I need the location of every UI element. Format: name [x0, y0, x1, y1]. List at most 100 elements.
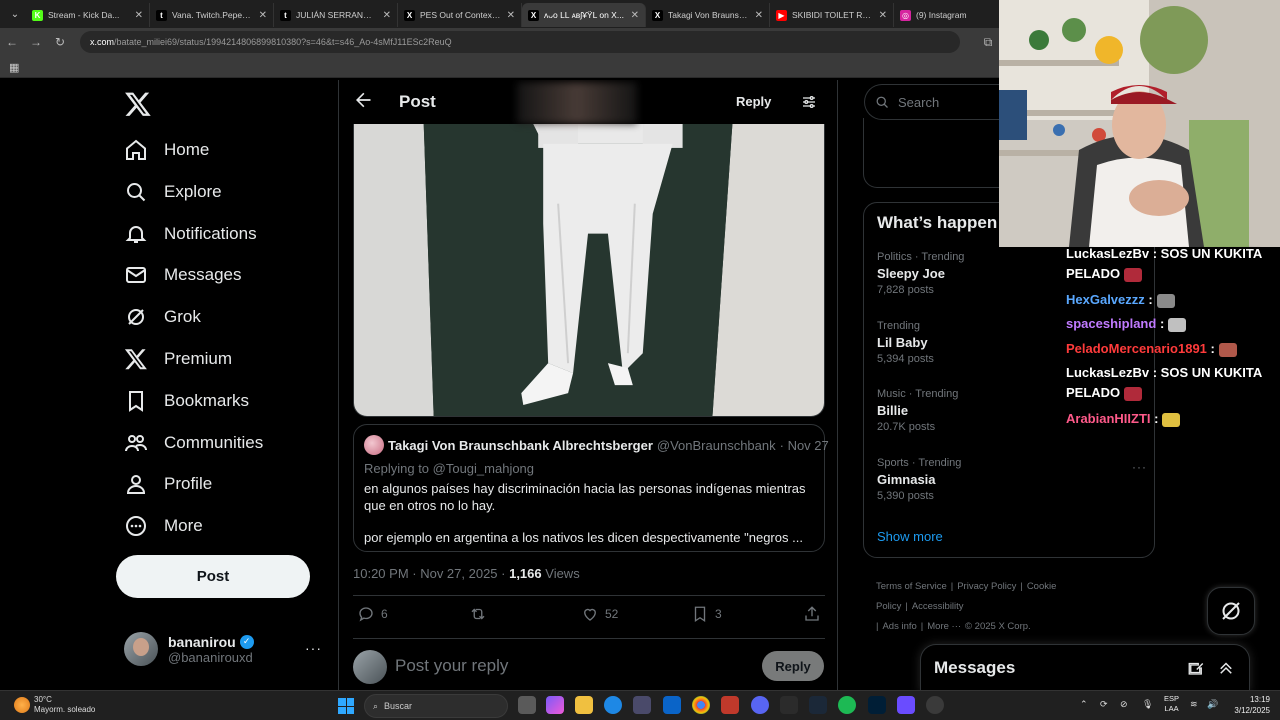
post-button[interactable]: Post [116, 555, 310, 598]
tab-title: PES Out of Context o... [420, 10, 502, 20]
chat-emote-icon [1218, 342, 1237, 357]
wifi-icon[interactable]: ≋ [1190, 699, 1198, 710]
app-icon[interactable] [721, 696, 739, 714]
clock[interactable]: 13:19 3/12/2025 [1222, 694, 1270, 716]
grok-button[interactable] [1207, 587, 1255, 635]
account-more-icon[interactable]: ··· [305, 640, 322, 656]
mic-icon[interactable]: 🎙 [1142, 699, 1153, 710]
photoshop-icon[interactable] [868, 696, 886, 714]
task-view-icon[interactable] [518, 696, 536, 714]
share-action[interactable] [803, 605, 821, 623]
search-input[interactable]: Search [864, 84, 1004, 120]
edge-icon[interactable] [604, 696, 622, 714]
sidebar-item-messages[interactable]: Messages [124, 257, 241, 293]
trend-item[interactable]: Music · Trending Billie 20.7K posts [877, 388, 958, 433]
chat-username: ArabianHIIZTI [1066, 411, 1151, 426]
adjust-icon[interactable] [801, 94, 817, 110]
trend-category: Politics · Trending [877, 251, 965, 263]
sidebar-item-grok[interactable]: Grok [124, 299, 201, 335]
tray-icon[interactable]: ⟳ [1100, 699, 1108, 710]
reply-button[interactable]: Reply [762, 651, 824, 681]
tray-icon[interactable]: ⊘ [1120, 699, 1128, 710]
close-tab-icon[interactable]: ✕ [259, 10, 267, 21]
trend-item[interactable]: Trending Lil Baby 5,394 posts [877, 320, 934, 365]
footer-link[interactable]: © 2025 X Corp. [965, 621, 1031, 632]
close-tab-icon[interactable]: ✕ [631, 10, 639, 21]
browser-tab[interactable]: ▶ SKIBIDI TOILET REMI... ✕ [770, 3, 894, 27]
apps-grid-icon[interactable]: ▦ [9, 61, 19, 74]
quoted-post[interactable]: Takagi Von Braunschbank Albrechtsberger … [353, 424, 829, 552]
premium-box [863, 118, 1003, 188]
browser-tab[interactable]: X Takagi Von Braunsche... ✕ [646, 3, 770, 27]
store-icon[interactable] [633, 696, 651, 714]
show-more-link[interactable]: Show more [877, 529, 943, 544]
tab-search-button[interactable]: ⌄ [4, 3, 26, 25]
discord-icon[interactable] [751, 696, 769, 714]
sidebar-item-home[interactable]: Home [124, 132, 209, 168]
mail-icon [126, 267, 146, 283]
weather-widget[interactable]: 30°C Mayorm. soleado [14, 695, 95, 715]
translate-icon[interactable]: ⧉ [976, 35, 1000, 50]
trend-name: Gimnasia [877, 472, 936, 487]
account-switcher[interactable]: bananirou ✓ @bananirouxd [124, 632, 254, 666]
volume-icon[interactable]: 🔊 [1207, 699, 1218, 710]
back-arrow-icon[interactable]: ← [0, 35, 24, 49]
close-tab-icon[interactable]: ✕ [879, 10, 887, 21]
url-field[interactable]: x.com/batate_miliei69/status/19942148068… [80, 31, 960, 53]
browser-tab[interactable]: Xᴧᴗᴏ LL ᴀʙʃ¥ΫL on X... ✕ [522, 3, 646, 27]
bookmark-action[interactable]: 3 [691, 605, 722, 623]
sidebar-item-notifications[interactable]: Notifications [124, 216, 257, 252]
footer-link[interactable]: Accessibility [912, 601, 964, 612]
close-tab-icon[interactable]: ✕ [135, 10, 143, 21]
language-indicator[interactable]: ESP LAA [1164, 694, 1179, 714]
browser-tab[interactable]: K Stream - Kick Da... ✕ [26, 3, 150, 27]
sidebar-item-more[interactable]: More [124, 508, 203, 544]
outlook-icon[interactable] [663, 696, 681, 714]
sidebar-item-explore[interactable]: Explore [124, 174, 222, 210]
trend-item[interactable]: Sports · Trending Gimnasia 5,390 posts [877, 457, 961, 502]
footer-link[interactable]: Privacy Policy [957, 581, 1016, 592]
new-message-icon[interactable] [1187, 659, 1205, 677]
footer-link[interactable]: More ··· [927, 621, 961, 632]
chrome-icon[interactable] [692, 696, 710, 714]
trend-item[interactable]: Politics · Trending Sleepy Joe 7,828 posts [877, 251, 964, 296]
header-reply-button[interactable]: Reply [736, 94, 771, 109]
close-tab-icon[interactable]: ✕ [383, 10, 391, 21]
reply-action[interactable]: 6 [357, 605, 388, 623]
messages-drawer[interactable]: Messages [920, 644, 1250, 692]
trend-more-icon[interactable]: ··· [1132, 460, 1147, 474]
file-explorer-icon[interactable] [575, 696, 593, 714]
browser-tab[interactable]: t Vana. Twitch.Pepega... ✕ [150, 3, 274, 27]
obs-icon[interactable] [926, 696, 944, 714]
close-tab-icon[interactable]: ✕ [755, 10, 763, 21]
tray-chevron-icon[interactable]: ⌃ [1080, 699, 1088, 710]
x-logo-icon[interactable] [124, 90, 152, 118]
start-menu-icon[interactable] [338, 698, 354, 714]
sidebar-item-premium[interactable]: Premium [124, 341, 232, 377]
tab-favicon-icon: ◎ [900, 9, 911, 21]
spotify-icon[interactable] [838, 696, 856, 714]
expand-icon[interactable] [1217, 659, 1235, 677]
tab-title: SKIBIDI TOILET REMI... [792, 10, 874, 20]
footer-link[interactable]: Terms of Service [876, 581, 947, 592]
sidebar-item-bookmarks[interactable]: Bookmarks [124, 383, 249, 419]
app-icon[interactable] [897, 696, 915, 714]
like-action[interactable]: 52 [581, 605, 618, 623]
browser-tab[interactable]: t JULIÁN SERRANO VS... ✕ [274, 3, 398, 27]
app-icon[interactable] [780, 696, 798, 714]
forward-arrow-icon[interactable]: → [24, 35, 48, 49]
reply-input[interactable]: Post your reply [395, 656, 508, 676]
back-arrow-icon[interactable] [353, 90, 373, 110]
sidebar-item-profile[interactable]: Profile [124, 466, 212, 502]
repost-action[interactable] [469, 605, 493, 623]
reload-icon[interactable]: ↻ [48, 35, 72, 49]
taskbar-search[interactable]: ⌕ Buscar [364, 694, 508, 718]
steam-icon[interactable] [809, 696, 827, 714]
browser-tab[interactable]: X PES Out of Context o... ✕ [398, 3, 522, 27]
post-media-image[interactable] [353, 124, 825, 417]
chat-text: : [1148, 292, 1153, 307]
copilot-icon[interactable] [546, 696, 564, 714]
close-tab-icon[interactable]: ✕ [507, 10, 515, 21]
footer-link[interactable]: Ads info [882, 621, 916, 632]
sidebar-item-communities[interactable]: Communities [124, 425, 263, 461]
